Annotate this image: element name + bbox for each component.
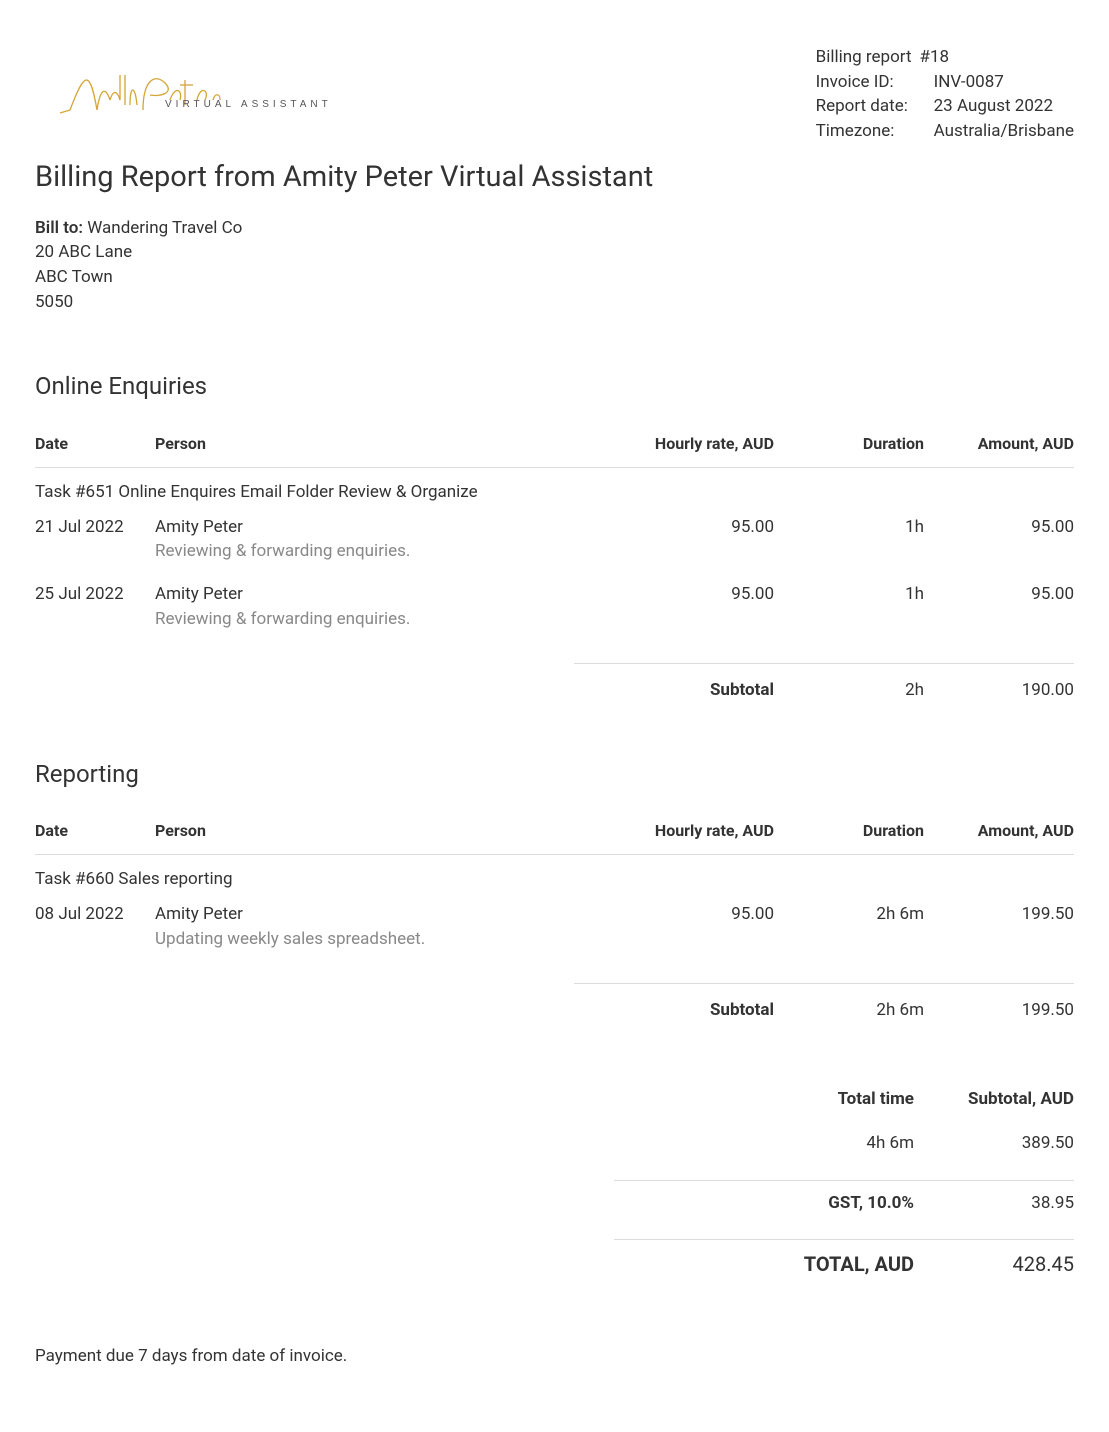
entry-date: 21 Jul 2022 — [35, 509, 155, 576]
bill-to-label: Bill to: — [35, 218, 83, 238]
subtotal-row: Subtotal2h 6m199.50 — [35, 983, 1074, 1036]
timezone-label: Timezone: — [816, 119, 926, 144]
invoice-id-label: Invoice ID: — [816, 70, 926, 95]
report-meta: Billing report #18 Invoice ID: INV-0087 … — [816, 45, 1074, 144]
payment-terms: Payment due 7 days from date of invoice. — [35, 1344, 1074, 1369]
invoice-id: INV-0087 — [934, 70, 1004, 95]
gst-amount: 38.95 — [914, 1191, 1074, 1216]
task-label: Task #651 Online Enquires Email Folder R… — [35, 468, 1074, 509]
entry-row: 08 Jul 2022Amity PeterUpdating weekly sa… — [35, 896, 1074, 963]
bill-to-line3: 5050 — [35, 290, 1074, 315]
entry-duration: 1h — [774, 509, 924, 576]
totals-block: Total time Subtotal, AUD 4h 6m 389.50 GS… — [614, 1077, 1074, 1290]
bill-to-line2: ABC Town — [35, 265, 1074, 290]
col-rate: Hourly rate, AUD — [574, 422, 774, 468]
subtotal-label: Subtotal — [574, 983, 774, 1036]
subtotal-aud-label: Subtotal, AUD — [914, 1087, 1074, 1112]
report-date: 23 August 2022 — [934, 94, 1053, 119]
entry-note: Reviewing & forwarding enquiries. — [155, 539, 574, 564]
total-time-label: Total time — [714, 1087, 914, 1112]
entry-amount: 95.00 — [924, 576, 1074, 643]
col-date: Date — [35, 809, 155, 855]
report-date-label: Report date: — [816, 94, 926, 119]
section-title: Online Enquiries — [35, 369, 1074, 404]
col-person: Person — [155, 809, 574, 855]
entry-person: Amity PeterReviewing & forwarding enquir… — [155, 509, 574, 576]
billing-table: DatePersonHourly rate, AUDDurationAmount… — [35, 422, 1074, 717]
bill-to-line1: 20 ABC Lane — [35, 240, 1074, 265]
subtotal-duration: 2h 6m — [774, 983, 924, 1036]
report-number: #18 — [920, 45, 950, 70]
timezone: Australia/Brisbane — [934, 119, 1074, 144]
entry-date: 25 Jul 2022 — [35, 576, 155, 643]
page-title: Billing Report from Amity Peter Virtual … — [35, 156, 1074, 198]
entry-date: 08 Jul 2022 — [35, 896, 155, 963]
section-title: Reporting — [35, 757, 1074, 792]
entry-rate: 95.00 — [574, 576, 774, 643]
subtotal-label: Subtotal — [574, 663, 774, 716]
grand-total-label: TOTAL, AUD — [714, 1250, 914, 1279]
entry-row: 25 Jul 2022Amity PeterReviewing & forwar… — [35, 576, 1074, 643]
entry-note: Reviewing & forwarding enquiries. — [155, 607, 574, 632]
entry-duration: 2h 6m — [774, 896, 924, 963]
bill-to-name: Wandering Travel Co — [87, 218, 242, 238]
col-amount: Amount, AUD — [924, 422, 1074, 468]
section: Online Enquiries DatePersonHourly rate, A… — [35, 369, 1074, 716]
svg-text:VIRTUAL ASSISTANT: VIRTUAL ASSISTANT — [165, 99, 332, 110]
entry-amount: 199.50 — [924, 896, 1074, 963]
task-row: Task #651 Online Enquires Email Folder R… — [35, 468, 1074, 509]
subtotal-duration: 2h — [774, 663, 924, 716]
task-label: Task #660 Sales reporting — [35, 855, 1074, 896]
subtotal-row: Subtotal2h190.00 — [35, 663, 1074, 716]
entry-duration: 1h — [774, 576, 924, 643]
task-row: Task #660 Sales reporting — [35, 855, 1074, 896]
total-time: 4h 6m — [714, 1131, 914, 1156]
gst-label: GST, 10.0% — [714, 1191, 914, 1216]
entry-rate: 95.00 — [574, 896, 774, 963]
entry-row: 21 Jul 2022Amity PeterReviewing & forwar… — [35, 509, 1074, 576]
logo: VIRTUAL ASSISTANT — [35, 55, 335, 120]
entry-person: Amity PeterUpdating weekly sales spreads… — [155, 896, 574, 963]
grand-total-amount: 428.45 — [914, 1250, 1074, 1279]
subtotal-amount: 190.00 — [924, 663, 1074, 716]
col-date: Date — [35, 422, 155, 468]
billing-table: DatePersonHourly rate, AUDDurationAmount… — [35, 809, 1074, 1036]
bill-to: Bill to: Wandering Travel Co 20 ABC Lane… — [35, 216, 1074, 315]
col-duration: Duration — [774, 422, 924, 468]
col-amount: Amount, AUD — [924, 809, 1074, 855]
report-label: Billing report — [816, 45, 912, 70]
col-person: Person — [155, 422, 574, 468]
header: VIRTUAL ASSISTANT Billing report #18 Inv… — [35, 45, 1074, 144]
entry-rate: 95.00 — [574, 509, 774, 576]
col-rate: Hourly rate, AUD — [574, 809, 774, 855]
section: Reporting DatePersonHourly rate, AUDDurat… — [35, 757, 1074, 1037]
subtotal-amount: 199.50 — [924, 983, 1074, 1036]
entry-amount: 95.00 — [924, 509, 1074, 576]
subtotal-amount: 389.50 — [914, 1131, 1074, 1156]
entry-person: Amity PeterReviewing & forwarding enquir… — [155, 576, 574, 643]
entry-note: Updating weekly sales spreadsheet. — [155, 927, 574, 952]
col-duration: Duration — [774, 809, 924, 855]
